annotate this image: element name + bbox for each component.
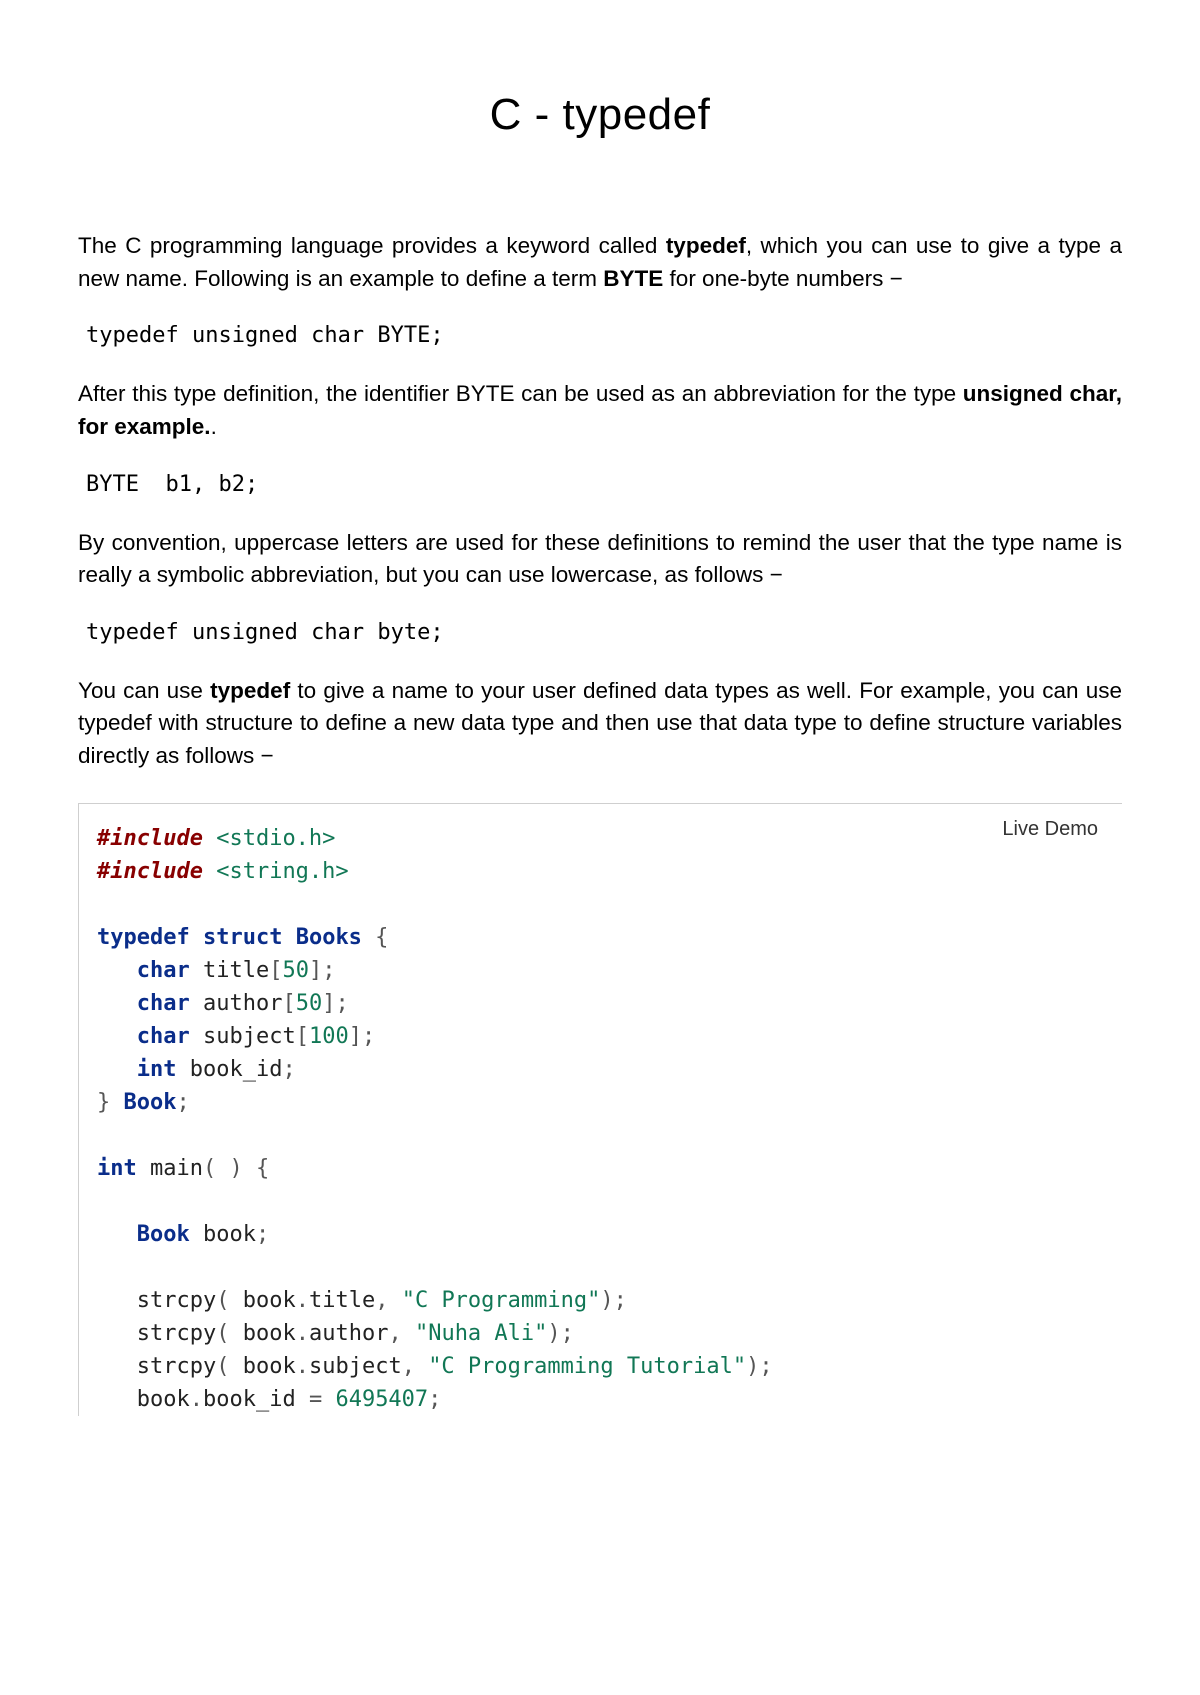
punct: ]; [322,991,349,1016]
num: 100 [309,1024,349,1049]
num: 50 [282,958,309,983]
punct: ; [176,1090,189,1115]
document-page: C - typedef The C programming language p… [0,0,1200,1695]
punct: ]; [349,1024,376,1049]
var: book [137,1387,190,1412]
code-snippet-2: BYTE b1, b2; [86,472,1122,497]
punct: ( [216,1354,243,1379]
punct: [ [282,991,295,1016]
indent [97,1057,137,1082]
string: "C Programming" [402,1288,601,1313]
punct: ); [547,1321,574,1346]
code-snippet-1: typedef unsigned char BYTE; [86,323,1122,348]
indent [97,991,137,1016]
punct: ; [428,1387,441,1412]
string: "Nuha Ali" [415,1321,547,1346]
punct: } [97,1090,124,1115]
fn: strcpy [137,1288,216,1313]
code-block-container: Live Demo #include <stdio.h> #include <s… [78,803,1122,1416]
member: subject [309,1354,402,1379]
punct: ( ) [203,1156,243,1181]
punct: { [362,925,389,950]
preproc: #include [97,859,203,884]
paragraph-4: You can use typedef to give a name to yo… [78,675,1122,773]
text: You can use [78,678,210,703]
punct: , [402,1354,429,1379]
member: title [309,1288,375,1313]
kw-int: int [97,1156,137,1181]
var: book [190,1222,256,1247]
member: author [309,1321,388,1346]
punct: ; [256,1222,269,1247]
kw-char: char [137,991,190,1016]
type-book: Book [137,1222,190,1247]
punct: = [309,1387,336,1412]
punct: ]; [309,958,336,983]
field: book_id [177,1057,283,1082]
fn: strcpy [137,1354,216,1379]
paragraph-1: The C programming language provides a ke… [78,230,1122,295]
type-book: Book [124,1090,177,1115]
punct: ); [746,1354,773,1379]
punct: [ [296,1024,309,1049]
text: . [211,414,217,439]
fn: strcpy [137,1321,216,1346]
var: book [243,1288,296,1313]
indent [97,1321,137,1346]
member: book_id [203,1387,309,1412]
field: subject [190,1024,296,1049]
num: 6495407 [335,1387,428,1412]
indent [97,958,137,983]
indent [97,1288,137,1313]
punct: { [243,1156,270,1181]
indent [97,1024,137,1049]
preproc: #include [97,826,203,851]
num: 50 [296,991,323,1016]
keyword-typedef: typedef [210,678,290,703]
kw-typedef: typedef [97,925,190,950]
var: book [243,1354,296,1379]
punct: . [296,1321,309,1346]
indent [97,1222,137,1247]
punct: , [375,1288,402,1313]
text: The C programming language provides a ke… [78,233,666,258]
paragraph-2: After this type definition, the identifi… [78,378,1122,443]
text: After this type definition, the identifi… [78,381,963,406]
kw-char: char [137,1024,190,1049]
kw-int: int [137,1057,177,1082]
paragraph-3: By convention, uppercase letters are use… [78,527,1122,592]
live-demo-link[interactable]: Live Demo [1002,818,1098,841]
kw-char: char [137,958,190,983]
keyword-byte: BYTE [603,266,663,291]
kw-struct: struct [203,925,282,950]
keyword-typedef: typedef [666,233,746,258]
field: author [190,991,283,1016]
punct: ( [216,1321,243,1346]
code-block: #include <stdio.h> #include <string.h> ​… [97,822,1104,1416]
punct: ); [600,1288,627,1313]
fn-main: main [137,1156,203,1181]
indent [97,1354,137,1379]
field: title [190,958,269,983]
type-books: Books [296,925,362,950]
string: "C Programming Tutorial" [428,1354,746,1379]
text: for one-byte numbers − [663,266,903,291]
code-snippet-3: typedef unsigned char byte; [86,620,1122,645]
include-file: <string.h> [203,859,349,884]
punct: [ [269,958,282,983]
punct: , [388,1321,415,1346]
punct: . [190,1387,203,1412]
punct: . [296,1354,309,1379]
punct: . [296,1288,309,1313]
punct: ( [216,1288,243,1313]
indent [97,1387,137,1412]
punct: ; [282,1057,295,1082]
page-title: C - typedef [78,90,1122,140]
var: book [243,1321,296,1346]
include-file: <stdio.h> [203,826,335,851]
